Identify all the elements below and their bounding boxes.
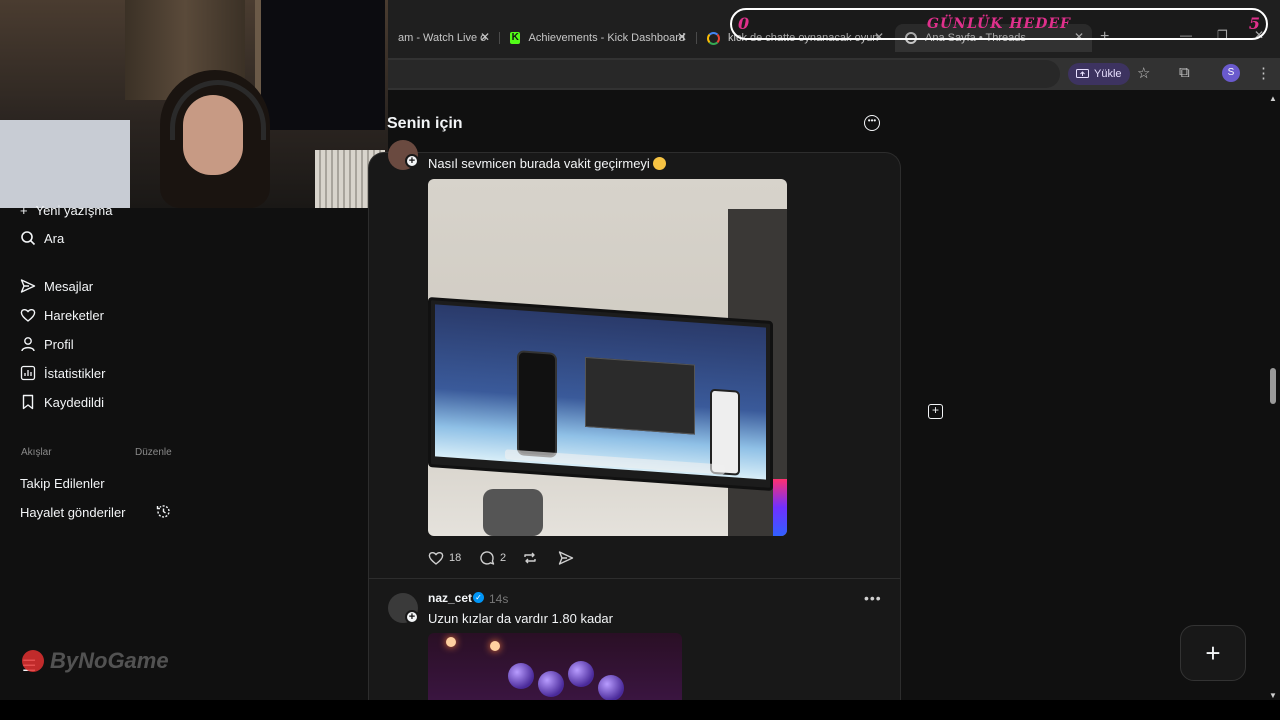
post-image[interactable] — [428, 179, 787, 536]
tab-kick-dashboard[interactable]: K Achievements - Kick Dashboard ✕ — [500, 24, 695, 52]
post-username[interactable]: naz_cet — [428, 591, 472, 605]
monitor-upload-icon — [1076, 68, 1089, 78]
bynogame-watermark: ByNoGame — [22, 648, 169, 674]
post-options-icon[interactable]: ••• — [864, 590, 882, 606]
image-light — [446, 637, 456, 647]
tab-label: am - Watch Live o — [398, 32, 487, 44]
sidebar-item-new-post[interactable]: + Yeni yazışma — [20, 200, 112, 220]
close-icon[interactable]: ✕ — [480, 30, 490, 44]
image-disco-ball — [598, 675, 624, 700]
kick-icon: K — [510, 32, 521, 44]
image-disco-ball — [508, 663, 534, 689]
google-icon — [707, 31, 720, 45]
repost-button[interactable] — [522, 550, 538, 566]
send-icon — [20, 279, 36, 293]
edit-feeds-link[interactable]: Düzenle — [135, 447, 172, 458]
like-count: 18 — [449, 552, 462, 564]
sidebar-item-profile[interactable]: Profil — [20, 334, 74, 354]
upload-button[interactable]: Yükle — [1068, 63, 1130, 85]
search-icon — [21, 231, 36, 246]
sidebar-item-label: Kaydedildi — [44, 394, 104, 410]
sidebar-item-following[interactable]: Takip Edilenler — [20, 473, 105, 493]
sidebar-item-saved[interactable]: Kaydedildi — [20, 392, 104, 412]
bynogame-logo-icon — [22, 650, 44, 672]
post-text-content: Nasıl sevmicen burada vakit geçirmeyi — [428, 156, 650, 171]
address-bar[interactable] — [350, 60, 1060, 88]
share-button[interactable] — [558, 550, 574, 566]
follow-plus-icon[interactable]: + — [405, 154, 419, 168]
comment-icon — [480, 551, 495, 565]
sidebar-item-ghost-posts[interactable]: Hayalet gönderiler — [20, 502, 126, 522]
send-icon — [558, 551, 574, 565]
webcam-overlay — [0, 0, 388, 208]
sidebar-item-label: Yeni yazışma — [35, 202, 113, 218]
image-led-strip — [773, 479, 787, 536]
reply-button[interactable]: 2 — [479, 550, 506, 566]
sidebar-item-activity[interactable]: Hareketler — [20, 305, 104, 325]
bottom-letterbox — [0, 700, 1280, 720]
feeds-section-label: Akışlar — [21, 447, 52, 458]
post-text: Nasıl sevmicen burada vakit geçirmeyi — [428, 156, 666, 171]
post-image[interactable] — [428, 633, 682, 700]
reply-count: 2 — [500, 552, 507, 564]
image-monitor-screen — [435, 304, 766, 480]
image-curved-monitor — [428, 296, 773, 492]
scroll-down-arrow-icon[interactable]: ▼ — [1269, 691, 1277, 700]
close-icon[interactable]: ✕ — [677, 30, 687, 44]
goal-title: GÜNLÜK HEDEF — [927, 16, 1071, 32]
webcam-bed — [0, 120, 130, 208]
scroll-thumb[interactable] — [1270, 368, 1276, 404]
feed-title: Senin için — [387, 115, 463, 132]
like-button[interactable]: 18 — [428, 550, 461, 566]
page-scrollbar[interactable]: ▲ ▼ — [1266, 92, 1280, 700]
sidebar-item-label: Takip Edilenler — [20, 475, 105, 491]
feed-options-icon[interactable]: ••• — [864, 115, 880, 131]
post-text: Uzun kızlar da vardır 1.80 kadar — [428, 611, 613, 626]
menu-kebab-icon[interactable]: ⋮ — [1256, 64, 1271, 82]
goal-end-value: 5 — [1248, 14, 1260, 33]
scroll-up-arrow-icon[interactable]: ▲ — [1269, 94, 1277, 103]
image-app-window — [585, 356, 695, 435]
follow-plus-icon[interactable]: + — [405, 610, 419, 624]
image-dock — [505, 449, 725, 475]
extensions-icon[interactable]: ⧉ — [1179, 64, 1190, 81]
sidebar-item-label: Hareketler — [44, 307, 104, 323]
user-icon — [21, 337, 35, 352]
sidebar-item-search[interactable]: Ara — [20, 228, 64, 248]
sidebar-item-label: Hayalet gönderiler — [20, 504, 126, 520]
sidebar-item-label: İstatistikler — [44, 365, 106, 381]
sidebar-item-label: Ara — [44, 230, 65, 246]
bar-chart-icon — [20, 365, 36, 381]
bookmark-icon — [22, 394, 34, 410]
add-column-icon[interactable]: + — [928, 404, 943, 419]
image-disco-ball — [568, 661, 594, 687]
image-phone-mirror — [517, 350, 557, 458]
image-light — [490, 641, 500, 651]
sidebar-item-label: Mesajlar — [44, 278, 94, 294]
webcam-window — [255, 0, 385, 130]
post-timestamp[interactable]: 14s — [489, 592, 508, 606]
heart-icon — [20, 308, 36, 322]
sidebar-item-insights[interactable]: İstatistikler — [20, 363, 105, 383]
tab-kick-stream[interactable]: am - Watch Live o ✕ — [388, 24, 498, 52]
watermark-text: ByNoGame — [50, 648, 169, 673]
heart-icon — [428, 551, 444, 565]
smiling-emoji-icon — [652, 157, 666, 170]
create-post-button[interactable]: + — [1180, 625, 1246, 681]
image-disco-ball — [538, 671, 564, 697]
profile-avatar[interactable]: S — [1222, 64, 1240, 82]
repost-icon — [524, 552, 536, 564]
sidebar-item-label: Profil — [44, 336, 74, 352]
upload-label: Yükle — [1094, 68, 1122, 80]
tab-label: Achievements - Kick Dashboard — [528, 32, 685, 44]
daily-goal-overlay: 0 GÜNLÜK HEDEF 5 — [730, 8, 1268, 40]
bookmark-star-icon[interactable]: ☆ — [1137, 64, 1150, 82]
image-monitor-stand — [483, 489, 543, 536]
history-icon[interactable] — [155, 503, 172, 520]
plus-icon: + — [20, 202, 28, 218]
image-phone-mirror-2 — [710, 388, 740, 476]
verified-badge-icon: ✓ — [473, 592, 484, 603]
sidebar-item-messages[interactable]: Mesajlar — [20, 276, 93, 296]
post-divider — [368, 578, 901, 579]
